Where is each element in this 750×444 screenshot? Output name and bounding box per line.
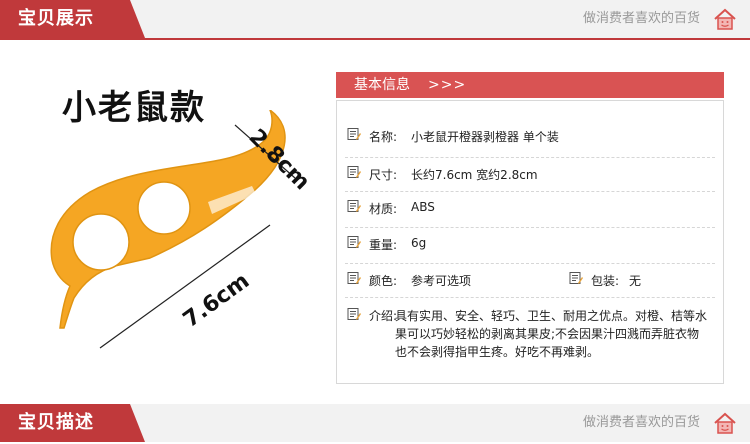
info-label: 包装: [591, 274, 620, 288]
info-value: 长约7.6cm 宽约2.8cm [411, 168, 538, 182]
info-label: 颜色: [369, 274, 398, 288]
banner-slogan: 做消费者喜欢的百货 [582, 415, 700, 430]
info-row-color-package: 颜色: 参考可选项 包装: 无 [345, 263, 715, 298]
note-icon [347, 236, 361, 248]
banner-slogan: 做消费者喜欢的百货 [582, 11, 700, 26]
info-label: 名称: [369, 130, 398, 144]
orange-opener-image: 2.8cm 7.6cm [50, 110, 314, 349]
info-value: 小老鼠开橙器剥橙器 单个装 [411, 130, 559, 144]
house-smiley-icon [714, 412, 736, 434]
info-intro-value: 具有实用、安全、轻巧、卫生、耐用之优点。对橙、桔等水果可以巧妙轻松的剥离其果皮;… [395, 309, 708, 359]
info-value: 无 [629, 274, 642, 288]
note-icon [347, 200, 361, 212]
info-box: 名称: 小老鼠开橙器剥橙器 单个装 尺寸: 长约7.6cm 宽约2.8cm 材质… [336, 100, 724, 384]
banner-divider [0, 38, 750, 40]
info-label: 介绍: [369, 309, 398, 323]
info-label: 尺寸: [369, 168, 398, 182]
note-icon [347, 272, 361, 284]
info-label: 材质: [369, 202, 398, 216]
info-value: ABS [411, 200, 435, 214]
note-icon [347, 308, 361, 320]
info-row-name: 名称: 小老鼠开橙器剥橙器 单个装 [345, 121, 715, 158]
top-banner: 宝贝展示 做消费者喜欢的百货 [0, 0, 750, 40]
info-title: 基本信息 [354, 77, 410, 93]
info-value: 参考可选项 [411, 274, 472, 288]
note-icon [347, 128, 361, 140]
info-arrows: >>> [428, 77, 467, 93]
info-row-weight: 重量: 6g [345, 227, 715, 264]
banner-title: 宝贝展示 [18, 8, 94, 29]
info-header: 基本信息 >>> [336, 72, 724, 98]
length-label: 7.6cm [179, 269, 254, 333]
info-label: 重量: [369, 238, 398, 252]
info-row-size: 尺寸: 长约7.6cm 宽约2.8cm [345, 157, 715, 192]
info-row-material: 材质: ABS [345, 191, 715, 228]
banner-title: 宝贝描述 [18, 412, 94, 433]
note-icon [347, 166, 361, 178]
note-icon [569, 272, 583, 284]
house-smiley-icon [714, 8, 736, 30]
bottom-banner: 宝贝描述 做消费者喜欢的百货 [0, 404, 750, 442]
info-value: 6g [411, 236, 427, 250]
